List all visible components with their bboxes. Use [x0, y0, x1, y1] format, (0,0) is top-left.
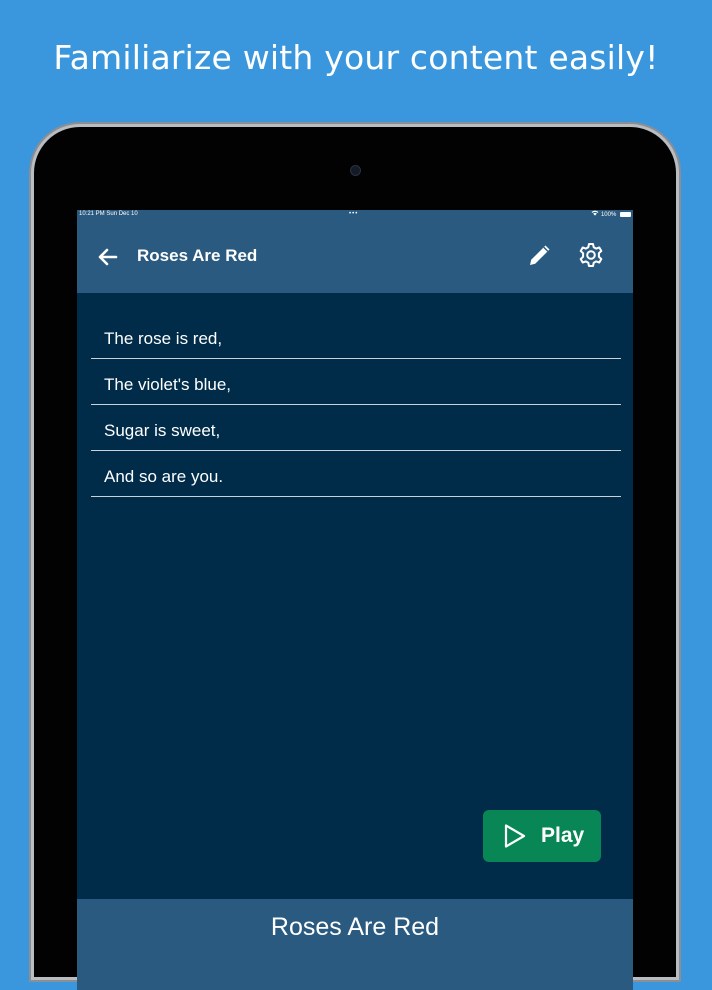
bottom-bar: Roses Are Red — [77, 899, 633, 990]
arrow-left-icon — [98, 248, 118, 266]
bottom-bar-title: Roses Are Red — [270, 913, 440, 941]
app-bar: Roses Are Red — [77, 219, 633, 293]
list-item[interactable]: Sugar is sweet, — [91, 405, 621, 451]
play-button-label: Play — [541, 824, 585, 847]
page-title: Roses Are Red — [137, 246, 258, 265]
poem-lines-list: The rose is red, The violet's blue, Suga… — [91, 313, 621, 497]
list-item[interactable]: And so are you. — [91, 451, 621, 497]
status-bar: 10:21 PM Sun Dec 10 ••• 100% — [77, 210, 633, 219]
wifi-icon — [591, 210, 601, 218]
status-time-date: 10:21 PM Sun Dec 10 — [79, 211, 138, 217]
list-item[interactable]: The violet's blue, — [91, 359, 621, 405]
battery-icon — [620, 212, 631, 217]
edit-button[interactable] — [526, 241, 554, 269]
play-button[interactable]: Play — [483, 810, 601, 862]
gear-icon — [579, 243, 603, 267]
settings-button[interactable] — [577, 241, 605, 269]
marketing-headline: Familiarize with your content easily! — [53, 38, 659, 77]
multitasking-dots-icon[interactable]: ••• — [349, 210, 358, 219]
pencil-icon — [530, 245, 550, 265]
list-item[interactable]: The rose is red, — [91, 313, 621, 359]
play-icon — [504, 824, 526, 848]
back-button[interactable] — [95, 244, 121, 270]
tablet-frame: 10:21 PM Sun Dec 10 ••• 100% Roses Are R… — [34, 127, 676, 990]
camera-icon — [350, 165, 361, 176]
app-screen: 10:21 PM Sun Dec 10 ••• 100% Roses Are R… — [77, 210, 633, 990]
battery-percent: 100% — [600, 212, 617, 218]
